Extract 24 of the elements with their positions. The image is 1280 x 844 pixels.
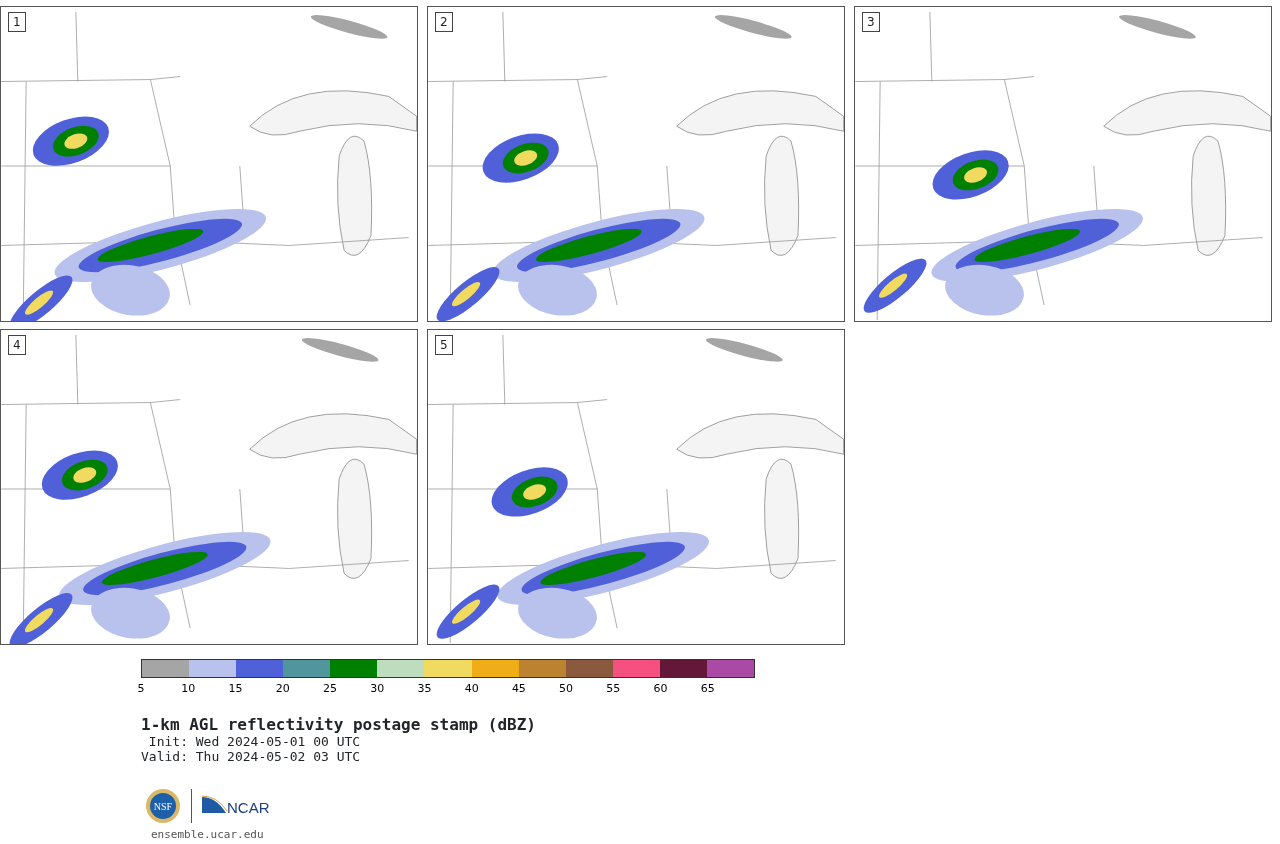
tick-label: 25	[322, 682, 337, 695]
tick-label: 65	[700, 682, 715, 695]
tick-label: 60	[653, 682, 668, 695]
tick-label: 30	[370, 682, 385, 695]
panel-number: 4	[8, 335, 26, 355]
panel-number: 3	[862, 12, 880, 32]
tick-label: 15	[228, 682, 243, 695]
website-url: ensemble.ucar.edu	[151, 828, 265, 841]
init-time: Init: Wed 2024-05-01 00 UTC	[147, 734, 362, 749]
tick-label: 10	[181, 682, 196, 695]
tick-label: 55	[606, 682, 621, 695]
nsf-logo: NSF	[145, 788, 181, 824]
tick-label: 20	[275, 682, 290, 695]
valid-time: Valid: Thu 2024-05-02 03 UTC	[141, 749, 362, 764]
panel-number: 2	[435, 12, 453, 32]
ncar-logo: NCAR	[202, 795, 276, 817]
tick-label: 35	[417, 682, 432, 695]
tick-label: 50	[559, 682, 574, 695]
tick-label: 45	[511, 682, 526, 695]
panel-number: 5	[435, 335, 453, 355]
chart-title: 1-km AGL reflectivity postage stamp (dBZ)	[141, 716, 537, 734]
panel-number: 1	[8, 12, 26, 32]
tick-label: 40	[464, 682, 479, 695]
tick-label: 5	[137, 682, 145, 695]
